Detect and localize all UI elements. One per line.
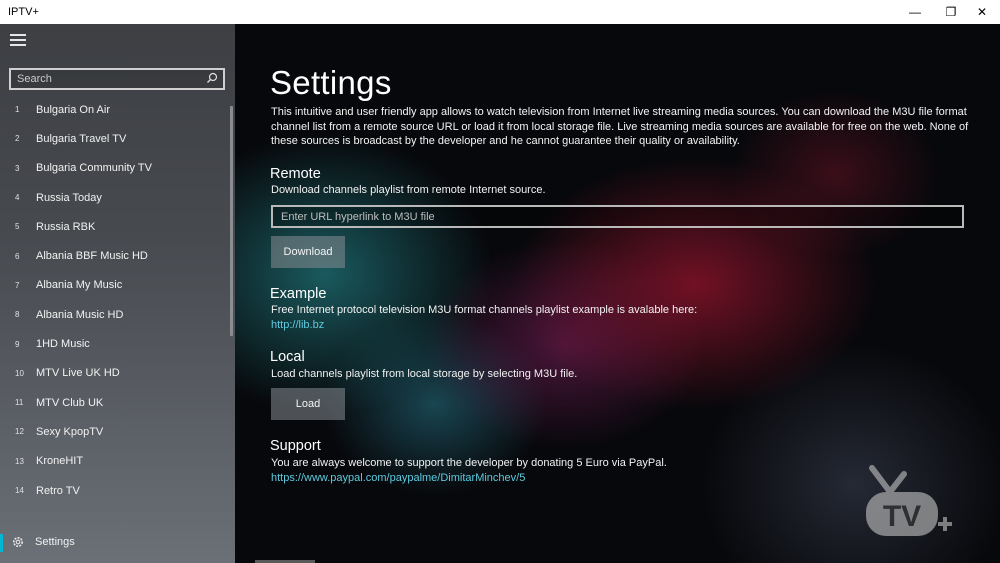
channel-list-item[interactable]: 6 Albania BBF Music HD [0,241,235,270]
sidebar-item-label: Settings [35,536,75,548]
channel-name: KroneHIT [36,455,84,468]
channel-list-item[interactable]: 5 Russia RBK [0,212,235,241]
app-title: IPTV+ [8,6,39,18]
sidebar: 1 Bulgaria On Air 2 Bulgaria Travel TV 3 Bulg… [0,24,235,563]
page-title: Settings [270,64,392,101]
channel-name: Russia Today [36,191,102,204]
channel-name: Albania My Music [36,279,123,292]
paypal-link[interactable]: https://www.paypal.com/paypalme/DimitarM… [271,472,525,484]
channel-list-item[interactable]: 1 Bulgaria On Air [0,95,235,124]
channel-list-item[interactable]: 9 1HD Music [0,329,235,358]
intro-text: This intuitive and user friendly app all… [271,106,969,148]
channel-list-item[interactable]: 11 MTV Club UK [0,388,235,417]
channel-number: 3 [15,163,20,173]
remote-heading: Remote [270,166,321,182]
channel-list-item[interactable]: 10 MTV Live UK HD [0,359,235,388]
search-input[interactable] [17,71,197,87]
channel-number: 1 [15,105,20,115]
channel-name: Bulgaria Travel TV [36,132,127,145]
remote-description: Download channels playlist from remote I… [271,184,546,196]
sidebar-scrollbar[interactable] [230,106,233,336]
channel-number: 14 [15,486,24,495]
channel-number: 7 [15,280,20,290]
example-link[interactable]: http://lib.bz [271,319,324,331]
channel-name: Russia RBK [36,220,96,233]
channel-list: 1 Bulgaria On Air 2 Bulgaria Travel TV 3 Bulg… [0,95,235,505]
channel-number: 6 [15,251,20,261]
close-button[interactable]: ✕ [964,0,1000,24]
example-heading: Example [270,286,327,302]
channel-number: 8 [15,310,20,320]
hamburger-menu-icon[interactable] [10,34,26,48]
title-bar: IPTV+ — ❐ ✕ [0,0,1000,24]
channel-name: Sexy KpopTV [36,425,104,438]
channel-list-item[interactable]: 13 KroneHIT [0,447,235,476]
local-description: Load channels playlist from local storag… [271,368,578,380]
channel-list-item[interactable]: 3 Bulgaria Community TV [0,154,235,183]
load-button[interactable]: Load [271,388,345,420]
channel-name: Bulgaria Community TV [36,162,152,175]
gear-icon [13,537,23,547]
selected-indicator [0,534,3,552]
search-icon[interactable] [206,72,218,84]
search-box [9,68,225,90]
channel-number: 12 [15,427,24,437]
example-description: Free Internet protocol television M3U fo… [271,304,698,316]
local-heading: Local [270,349,305,365]
channel-list-item[interactable]: 8 Albania Music HD [0,300,235,329]
channel-name: MTV Club UK [36,396,104,409]
channel-name: Bulgaria On Air [36,103,110,116]
sidebar-item-settings[interactable]: Settings [0,530,235,556]
channel-number: 4 [15,193,20,203]
support-description: You are always welcome to support the de… [271,457,667,469]
minimize-button[interactable]: — [897,0,933,24]
channel-list-item[interactable]: 7 Albania My Music [0,271,235,300]
channel-number: 11 [15,398,24,408]
channel-number: 9 [15,339,20,349]
channel-name: Retro TV [36,484,80,497]
channel-name: Albania Music HD [36,308,124,321]
channel-list-item[interactable]: 12 Sexy KpopTV [0,417,235,446]
channel-name: Albania BBF Music HD [36,250,148,263]
channel-number: 10 [15,368,24,378]
main-content: Settings This intuitive and user friendl… [235,24,1000,563]
channel-number: 2 [15,134,20,144]
channel-list-item[interactable]: 14 Retro TV [0,476,235,505]
tv-plus-logo-icon: TV [866,465,952,536]
url-input[interactable] [271,205,964,228]
download-button[interactable]: Download [271,236,345,268]
support-heading: Support [270,438,321,454]
channel-number: 13 [15,456,24,466]
channel-name: MTV Live UK HD [36,367,120,380]
channel-list-item[interactable]: 2 Bulgaria Travel TV [0,124,235,153]
channel-name: 1HD Music [36,338,90,351]
channel-list-item[interactable]: 4 Russia Today [0,183,235,212]
channel-number: 5 [15,222,20,232]
svg-text:TV: TV [883,500,921,533]
